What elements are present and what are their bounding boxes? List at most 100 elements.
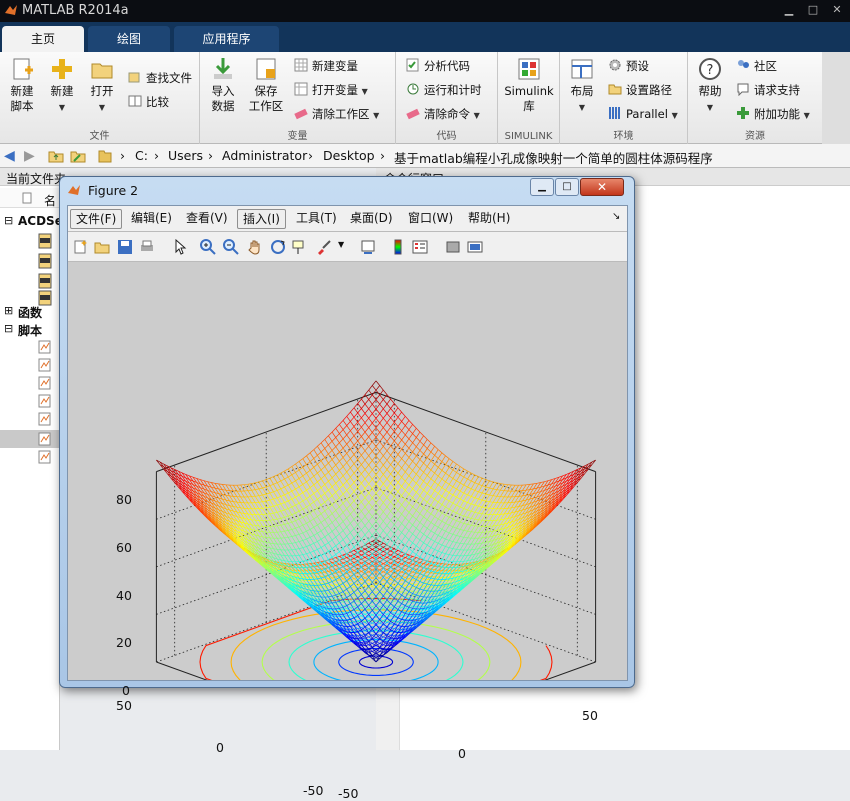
hide-plot-tools-icon[interactable]: [445, 239, 461, 255]
m-file-icon[interactable]: [38, 376, 52, 390]
breadcrumb-item[interactable]: Desktop: [323, 148, 375, 163]
mesh-segment: [409, 534, 413, 540]
jpg-file-icon[interactable]: [38, 233, 52, 249]
open-file-icon[interactable]: [94, 239, 110, 255]
name-column-header[interactable]: 名: [44, 192, 56, 209]
menu-help[interactable]: 帮助(H): [463, 209, 515, 229]
m-file-icon[interactable]: [38, 450, 52, 464]
menu-view[interactable]: 查看(V): [181, 209, 233, 229]
mesh-segment: [504, 497, 508, 503]
menu-file[interactable]: 文件(F): [70, 209, 122, 229]
preferences-button[interactable]: 预设: [608, 57, 649, 75]
mesh-segment: [307, 547, 311, 553]
forward-icon[interactable]: ▶: [24, 148, 35, 164]
new-figure-icon[interactable]: [72, 239, 88, 255]
figure-close-button[interactable]: ✕: [580, 178, 624, 196]
request-support-button[interactable]: 请求支持: [736, 81, 800, 99]
breadcrumb-item[interactable]: C:: [135, 148, 148, 163]
menu-desktop[interactable]: 桌面(D): [345, 209, 398, 229]
community-button[interactable]: 社区: [736, 57, 777, 75]
set-path-button[interactable]: 设置路径: [608, 81, 672, 99]
show-plot-tools-icon[interactable]: [467, 239, 483, 255]
tree-folder-functions[interactable]: 函数: [18, 304, 42, 321]
figure-maximize-button[interactable]: □: [555, 178, 579, 196]
menu-edit[interactable]: 编辑(E): [126, 209, 177, 229]
figure-minimize-button[interactable]: ▁: [530, 178, 554, 196]
legend-icon[interactable]: [412, 239, 428, 255]
link-plot-icon[interactable]: [360, 239, 376, 255]
mesh-segment: [230, 485, 234, 491]
new-button[interactable]: 新建▼: [46, 56, 78, 115]
zoom-in-icon[interactable]: [200, 239, 216, 255]
mesh-segment: [314, 494, 318, 500]
layout-button[interactable]: 布局▼: [566, 56, 598, 115]
pointer-icon[interactable]: [172, 239, 188, 255]
tab-apps[interactable]: 应用程序: [174, 26, 279, 52]
tree-folder-scripts[interactable]: 脚本: [18, 322, 42, 339]
mesh-segment: [438, 513, 442, 519]
save-workspace-icon: [253, 56, 279, 82]
mesh-segment: [431, 499, 435, 505]
save-workspace-button[interactable]: 保存 工作区: [246, 56, 286, 114]
m-file-icon[interactable]: [38, 340, 52, 354]
addons-button[interactable]: 附加功能 ▼: [736, 105, 810, 123]
run-and-time-button[interactable]: 运行和计时: [406, 81, 482, 99]
new-variable-button[interactable]: 新建变量: [294, 57, 358, 75]
dock-arrow-icon[interactable]: ↘: [612, 211, 620, 222]
surface-plot[interactable]: [68, 262, 627, 680]
expand-icon[interactable]: ⊞: [4, 304, 13, 317]
collapse-icon[interactable]: ⊟: [4, 322, 13, 335]
find-files-button[interactable]: 查找文件: [128, 69, 192, 87]
menu-tools[interactable]: 工具(T): [291, 209, 342, 229]
menu-window[interactable]: 窗口(W): [403, 209, 458, 229]
up-folder-icon[interactable]: [48, 148, 64, 164]
open-variable-button[interactable]: 打开变量 ▼: [294, 81, 368, 99]
pan-hand-icon[interactable]: [247, 239, 263, 255]
mesh-segment: [270, 500, 274, 506]
mesh-segment: [350, 542, 354, 548]
save-icon[interactable]: [117, 239, 133, 255]
analyze-code-button[interactable]: 分析代码: [406, 57, 470, 75]
rotate-3d-icon[interactable]: [270, 239, 286, 255]
open-button[interactable]: 打开▼: [86, 56, 118, 115]
back-icon[interactable]: ◀: [4, 148, 15, 164]
mesh-segment: [288, 493, 292, 499]
mesh-segment: [464, 471, 468, 477]
m-file-icon[interactable]: [38, 432, 52, 446]
new-script-button[interactable]: 新建 脚本: [4, 56, 40, 114]
mesh-segment: [435, 563, 439, 564]
m-file-icon[interactable]: [38, 358, 52, 372]
help-button[interactable]: ? 帮助▼: [694, 56, 726, 115]
tab-plots[interactable]: 绘图: [88, 26, 170, 52]
print-icon[interactable]: [139, 239, 155, 255]
close-button[interactable]: ✕: [830, 4, 844, 16]
menu-insert[interactable]: 插入(I): [237, 209, 286, 229]
compare-label: 比较: [146, 95, 169, 109]
mesh-segment: [274, 492, 278, 498]
m-file-icon[interactable]: [38, 394, 52, 408]
breadcrumb-item[interactable]: 基于matlab编程小孔成像映射一个简单的圆柱体源码程序: [394, 148, 713, 167]
clear-commands-button[interactable]: 清除命令 ▼: [406, 105, 480, 123]
zoom-out-icon[interactable]: [223, 239, 239, 255]
colorbar-icon[interactable]: [390, 239, 406, 255]
figure-window[interactable]: Figure 2 ▁ □ ✕ 文件(F) 编辑(E) 查看(V) 插入(I) 工…: [59, 176, 635, 688]
collapse-icon[interactable]: ⊟: [4, 214, 13, 227]
jpg-file-icon[interactable]: [38, 273, 52, 289]
browse-folder-icon[interactable]: [70, 148, 86, 164]
m-file-icon[interactable]: [38, 412, 52, 426]
clear-workspace-button[interactable]: 清除工作区 ▼: [294, 105, 379, 123]
breadcrumb-item[interactable]: Users: [168, 148, 203, 163]
chevron-down-icon[interactable]: ▼: [338, 240, 344, 249]
parallel-button[interactable]: Parallel ▼: [608, 105, 678, 123]
compare-button[interactable]: 比较: [128, 93, 169, 111]
breadcrumb-item[interactable]: Administrator: [222, 148, 307, 163]
brush-icon[interactable]: [316, 239, 332, 255]
import-data-button[interactable]: 导入 数据: [206, 56, 240, 114]
tree-folder-acdse[interactable]: ACDSe: [18, 214, 63, 228]
jpg-file-icon[interactable]: [38, 253, 52, 269]
minimize-button[interactable]: ▁: [782, 4, 796, 16]
simulink-library-button[interactable]: Simulink 库: [502, 56, 556, 114]
maximize-button[interactable]: □: [806, 4, 820, 16]
data-cursor-icon[interactable]: [292, 239, 308, 255]
tab-home[interactable]: 主页: [2, 26, 84, 52]
